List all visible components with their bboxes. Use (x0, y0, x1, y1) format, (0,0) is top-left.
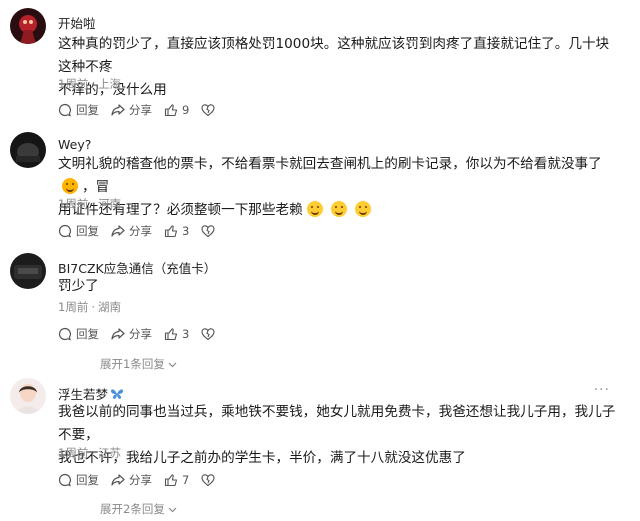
reply-button[interactable]: 回复 (58, 223, 99, 239)
like-icon (164, 225, 178, 238)
like-count: 3 (182, 327, 190, 341)
butterfly-icon (111, 389, 124, 399)
comment-text: 罚少了 (58, 275, 618, 298)
comment-location: 上海 (97, 77, 121, 91)
share-label: 分享 (129, 473, 152, 487)
comment-location: 江苏 (97, 446, 121, 460)
avatar-image (10, 378, 46, 414)
expand-replies-button[interactable]: 展开2条回复 (100, 501, 178, 517)
comment-actions: 回复 分享 3 (58, 222, 227, 240)
comment-time: 1周前 (58, 300, 89, 314)
dislike-button[interactable] (201, 327, 215, 341)
avatar[interactable] (10, 378, 46, 414)
like-icon (164, 104, 178, 117)
like-count: 7 (182, 473, 190, 487)
comment-time: 1周前 (58, 197, 89, 211)
comment-author[interactable]: 开始啦 (58, 13, 96, 32)
comment-author[interactable]: Wey? (58, 137, 91, 152)
share-label: 分享 (129, 327, 152, 341)
reply-icon (58, 473, 71, 487)
like-button[interactable]: 3 (164, 327, 189, 341)
heart-broken-icon (201, 328, 215, 341)
share-button[interactable]: 分享 (111, 223, 152, 239)
comment-text-line: 这种真的罚少了，直接应该顶格处罚1000块。这种就应该罚到肉疼了直接就记住了。几… (58, 36, 610, 75)
share-label: 分享 (129, 103, 152, 117)
dislike-button[interactable] (201, 473, 215, 487)
heart-broken-icon (201, 104, 215, 117)
chevron-down-icon (168, 507, 177, 512)
like-button[interactable]: 7 (164, 473, 189, 487)
comment-author-name: 浮生若梦 (58, 387, 109, 402)
comment-text: 这种真的罚少了，直接应该顶格处罚1000块。这种就应该罚到肉疼了直接就记住了。几… (58, 33, 618, 102)
heart-broken-icon (201, 474, 215, 487)
comment-text-segment: 文明礼貌的稽查他的票卡，不给看票卡就回去查闸机上的刷卡记录，你以为不给看就没事了 (58, 156, 602, 172)
reply-label: 回复 (76, 473, 99, 487)
comment-text: 我爸以前的同事也当过兵，乘地铁不要钱，她女儿就用免费卡，我爸还想让我儿子用，我儿… (58, 401, 618, 470)
comment-text-line: 我也不许，我给儿子之前办的学生卡，半价，满了十八就没这优惠了 (58, 450, 466, 466)
laughing-crying-emoji-icon (62, 178, 78, 194)
comment-time: 1周前 (58, 77, 89, 91)
expand-replies-label: 展开1条回复 (100, 357, 165, 371)
comment-meta: 1周前 · 江苏 (58, 446, 121, 460)
more-options-button[interactable]: ··· (594, 382, 610, 398)
share-button[interactable]: 分享 (111, 102, 152, 118)
comment-meta: 1周前 · 湖南 (58, 300, 121, 314)
reply-icon (58, 103, 71, 117)
share-icon (111, 104, 125, 116)
like-icon (164, 474, 178, 487)
avatar-image (10, 132, 46, 168)
comment-text: 文明礼貌的稽查他的票卡，不给看票卡就回去查闸机上的刷卡记录，你以为不给看就没事了… (58, 153, 618, 222)
comment-meta: 1周前 · 上海 (58, 77, 121, 91)
reply-icon (58, 224, 71, 238)
share-icon (111, 225, 125, 237)
avatar-image (10, 253, 46, 289)
reply-button[interactable]: 回复 (58, 326, 99, 342)
share-label: 分享 (129, 224, 152, 238)
comment-text-line: 用证件还有理了？必须整顿一下那些老赖 (58, 199, 618, 222)
reply-label: 回复 (76, 103, 99, 117)
comment-time: 1周前 (58, 446, 89, 460)
comment-actions: 回复 分享 7 (58, 471, 227, 489)
reply-button[interactable]: 回复 (58, 472, 99, 488)
share-button[interactable]: 分享 (111, 472, 152, 488)
reply-label: 回复 (76, 224, 99, 238)
expand-replies-button[interactable]: 展开1条回复 (100, 356, 178, 372)
avatar-image (10, 8, 46, 44)
avatar[interactable] (10, 132, 46, 168)
dislike-button[interactable] (201, 224, 215, 238)
reply-label: 回复 (76, 327, 99, 341)
heart-broken-icon (201, 225, 215, 238)
share-button[interactable]: 分享 (111, 326, 152, 342)
comment-location: 湖南 (97, 300, 121, 314)
chevron-down-icon (168, 362, 177, 367)
expand-replies-label: 展开2条回复 (100, 502, 165, 516)
comment-text-segment: ，冒 (82, 179, 110, 195)
comment-actions: 回复 分享 9 (58, 101, 227, 119)
smile-emoji-icon (306, 201, 323, 217)
like-count: 3 (182, 224, 190, 238)
reply-icon (58, 327, 71, 341)
smile-emoji-icon (354, 201, 371, 217)
like-button[interactable]: 9 (164, 103, 189, 117)
comment-text-line: 文明礼貌的稽查他的票卡，不给看票卡就回去查闸机上的刷卡记录，你以为不给看就没事了… (58, 153, 618, 199)
dislike-button[interactable] (201, 103, 215, 117)
share-icon (111, 474, 125, 486)
like-icon (164, 328, 178, 341)
avatar[interactable] (10, 253, 46, 289)
like-count: 9 (182, 103, 190, 117)
avatar[interactable] (10, 8, 46, 44)
comment-text-line: 罚少了 (58, 278, 99, 294)
comment-actions: 回复 分享 3 (58, 325, 227, 343)
comment-text-line: 我爸以前的同事也当过兵，乘地铁不要钱，她女儿就用免费卡，我爸还想让我儿子用，我儿… (58, 404, 616, 443)
like-button[interactable]: 3 (164, 224, 189, 238)
reply-button[interactable]: 回复 (58, 102, 99, 118)
comment-location: 河南 (97, 197, 121, 211)
share-icon (111, 328, 125, 340)
comment-text-line: 不痒的，没什么用 (58, 82, 167, 98)
comment-meta: 1周前 · 河南 (58, 197, 121, 211)
smile-emoji-icon (330, 201, 347, 217)
